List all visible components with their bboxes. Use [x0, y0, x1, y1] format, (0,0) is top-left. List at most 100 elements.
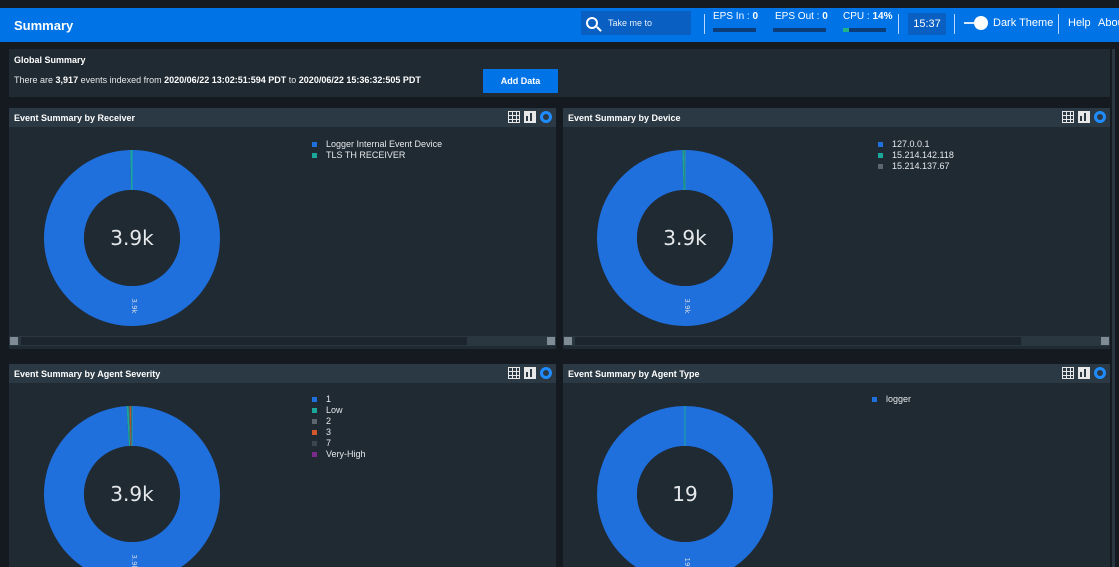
table-view-icon[interactable] — [508, 367, 520, 379]
eps-in-metric: EPS In : 0 — [713, 11, 758, 22]
donut-center-value: 19 — [672, 482, 697, 506]
donut-segment-label: 3.9k — [130, 554, 138, 567]
panel-header: Event Summary by Agent Type — [563, 364, 1110, 383]
cpu-metric: CPU : 14% — [843, 11, 892, 22]
legend-item[interactable]: 2 — [312, 416, 366, 427]
panel-header: Event Summary by Agent Severity — [9, 364, 556, 383]
table-view-icon[interactable] — [508, 111, 520, 123]
eps-out-metric: EPS Out : 0 — [775, 11, 828, 22]
scroll-right-icon[interactable] — [547, 337, 555, 345]
legend-swatch — [878, 142, 883, 147]
legend-swatch — [312, 142, 317, 147]
eps-out-label: EPS Out : — [775, 11, 820, 22]
legend-swatch — [878, 164, 883, 169]
legend-item[interactable]: TLS TH RECEIVER — [312, 150, 442, 161]
legend-item[interactable]: logger — [872, 394, 911, 405]
search-box[interactable]: Take me to — [581, 11, 691, 35]
donut-segment-label: 3.9k — [130, 298, 138, 314]
top-bar: Summary — [0, 8, 1119, 42]
donut-view-icon[interactable] — [540, 111, 552, 123]
panel-view-icons — [1062, 367, 1106, 379]
legend-label: 15.214.142.118 — [892, 150, 954, 160]
global-summary-title: Global Summary — [14, 55, 86, 65]
legend-item[interactable]: 15.214.142.118 — [878, 150, 954, 161]
donut-view-icon[interactable] — [1094, 367, 1106, 379]
about-link[interactable]: About — [1098, 17, 1119, 29]
eps-in-bar — [713, 28, 756, 32]
horizontal-scrollbar[interactable] — [563, 336, 1110, 346]
bar-chart-view-icon[interactable] — [1078, 367, 1090, 379]
legend-item[interactable]: Logger Internal Event Device — [312, 139, 442, 150]
legend-label: logger — [886, 394, 912, 404]
legend-swatch — [872, 397, 877, 402]
scroll-left-icon[interactable] — [564, 337, 572, 345]
legend-label: Very-High — [326, 449, 366, 459]
donut-center-value: 3.9k — [110, 226, 154, 250]
add-data-button[interactable]: Add Data — [483, 69, 558, 93]
legend-swatch — [312, 153, 317, 158]
divider — [954, 14, 955, 34]
panel-title: Event Summary by Receiver — [14, 113, 136, 123]
legend-label: TLS TH RECEIVER — [326, 150, 406, 160]
bar-chart-view-icon[interactable] — [1078, 111, 1090, 123]
cpu-value: 14% — [872, 11, 893, 22]
legend-item[interactable]: 3 — [312, 427, 366, 438]
legend-swatch — [312, 441, 317, 446]
eps-in-value: 0 — [752, 11, 759, 22]
panel-agent-severity: Event Summary by Agent Severity 3.9k 3.9k… — [9, 364, 556, 567]
horizontal-scrollbar[interactable] — [9, 336, 556, 346]
help-link[interactable]: Help — [1068, 17, 1091, 29]
panel-view-icons — [1062, 111, 1106, 123]
legend-label: 127.0.0.1 — [892, 139, 930, 149]
scroll-thumb[interactable] — [21, 337, 467, 345]
legend-item[interactable]: 127.0.0.1 — [878, 139, 954, 150]
panel-agent-type: Event Summary by Agent Type 19 19 logger — [563, 364, 1110, 567]
eps-out-bar — [773, 28, 826, 32]
legend-label: 7 — [326, 438, 332, 448]
scroll-right-icon[interactable] — [1101, 337, 1109, 345]
panel-title: Event Summary by Agent Type — [568, 369, 700, 379]
legend-label: 1 — [326, 394, 332, 404]
legend-label: 3 — [326, 427, 332, 437]
donut-segment-label: 19 — [683, 558, 691, 567]
legend-swatch — [878, 153, 883, 158]
donut-view-icon[interactable] — [540, 367, 552, 379]
chart-legend: 127.0.0.1 15.214.142.118 15.214.137.67 — [878, 139, 954, 172]
table-view-icon[interactable] — [1062, 111, 1074, 123]
scroll-thumb[interactable] — [575, 337, 1021, 345]
divider — [898, 14, 899, 34]
toggle-knob — [974, 16, 988, 30]
panel-receiver: Event Summary by Receiver 3.9k 3.9k Logge… — [9, 108, 556, 349]
donut-center-value: 3.9k — [110, 482, 154, 506]
legend-swatch — [312, 430, 317, 435]
panel-header: Event Summary by Receiver — [9, 108, 556, 127]
chart-legend: 1 Low 2 3 7 Very-High — [312, 394, 366, 460]
scroll-left-icon[interactable] — [10, 337, 18, 345]
legend-item[interactable]: 1 — [312, 394, 366, 405]
summary-mid1: events indexed from — [80, 75, 162, 85]
legend-swatch — [312, 419, 317, 424]
legend-item[interactable]: 7 — [312, 438, 366, 449]
clock: 15:37 — [908, 13, 946, 35]
donut-view-icon[interactable] — [1094, 111, 1106, 123]
cpu-label: CPU : — [843, 11, 870, 22]
legend-item[interactable]: 15.214.137.67 — [878, 161, 954, 172]
donut-segment-label: 3.9k — [683, 298, 691, 314]
page-scrollbar[interactable] — [1112, 49, 1115, 567]
summary-mid2: to — [288, 75, 297, 85]
divider — [1058, 14, 1059, 34]
bar-chart-view-icon[interactable] — [524, 367, 536, 379]
dark-theme-toggle[interactable] — [964, 16, 992, 30]
table-view-icon[interactable] — [1062, 367, 1074, 379]
chart-legend: Logger Internal Event Device TLS TH RECEI… — [312, 139, 442, 161]
page-title: Summary — [14, 17, 74, 33]
legend-label: 2 — [326, 416, 332, 426]
donut-center-value: 3.9k — [663, 226, 707, 250]
search-placeholder: Take me to — [608, 18, 653, 28]
legend-item[interactable]: Very-High — [312, 449, 366, 460]
legend-label: Low — [326, 405, 343, 415]
donut-chart: 1919 — [597, 406, 773, 567]
legend-item[interactable]: Low — [312, 405, 366, 416]
bar-chart-view-icon[interactable] — [524, 111, 536, 123]
event-count: 3,917 — [55, 75, 79, 85]
